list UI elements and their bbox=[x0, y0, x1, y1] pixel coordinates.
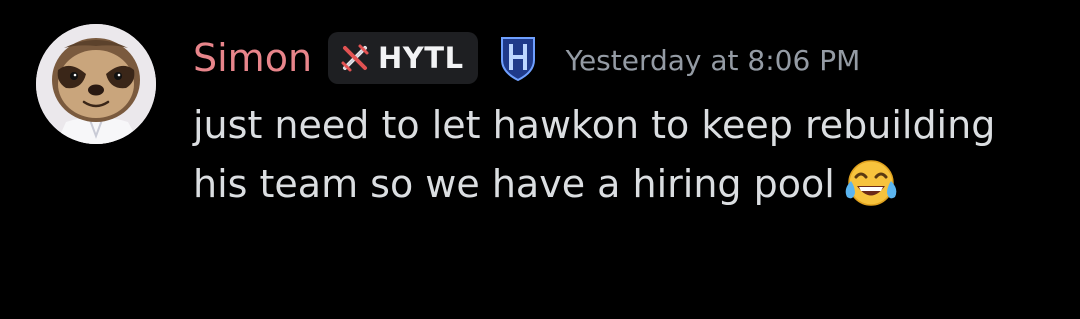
sloth-avatar-icon bbox=[36, 24, 156, 144]
face-with-tears-of-joy-icon[interactable] bbox=[841, 155, 901, 211]
message-timestamp[interactable]: Yesterday at 8:06 PM bbox=[566, 41, 861, 75]
message-header: Simon HYTL Yesterday at 8:06 PM bbox=[193, 28, 860, 88]
username[interactable]: Simon bbox=[193, 39, 312, 77]
guild-tag[interactable]: HYTL bbox=[328, 32, 478, 84]
chat-message: Simon HYTL Yesterday at 8:06 PM just nee… bbox=[0, 0, 1080, 319]
message-content: just need to let hawkon to keep rebuildi… bbox=[193, 96, 1033, 214]
hytale-shield-icon[interactable] bbox=[498, 34, 538, 82]
sword-icon bbox=[341, 44, 369, 72]
user-avatar[interactable] bbox=[36, 24, 156, 144]
guild-tag-label: HYTL bbox=[378, 41, 464, 75]
